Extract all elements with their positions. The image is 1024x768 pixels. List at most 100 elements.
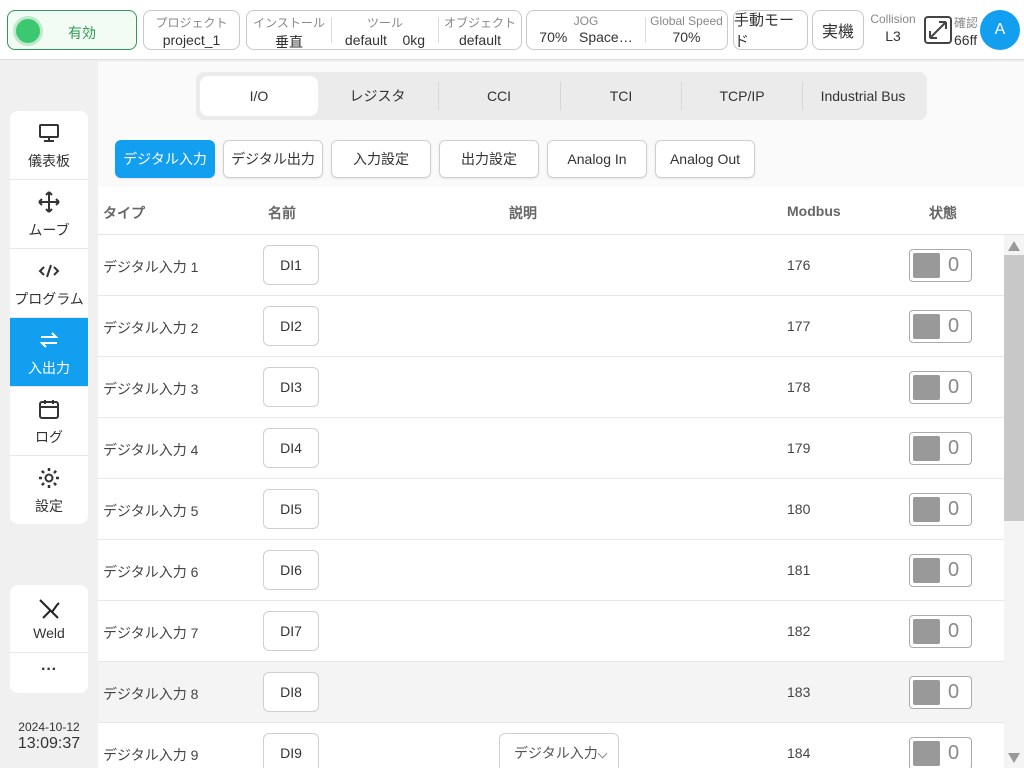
speed-label: Global Speed	[650, 14, 723, 28]
table-scrollbar[interactable]	[1004, 235, 1024, 768]
state-led	[913, 253, 940, 278]
jog-value: 70%	[539, 29, 568, 45]
row-type: デジタル入力 4	[103, 442, 199, 458]
row-modbus: 184	[787, 745, 811, 761]
project-box[interactable]: プロジェクト project_1	[143, 10, 240, 50]
tab-io[interactable]: I/O	[200, 76, 318, 116]
install-tool-object-box[interactable]: インストール 垂直 ツール default 0kg オブジェクト default	[246, 10, 522, 50]
row-name-button[interactable]: DI9	[263, 733, 319, 768]
state-led	[913, 436, 940, 461]
object-label: オブジェクト	[443, 16, 516, 30]
table-row: デジタル入力 5 DI5 180 0	[98, 479, 1004, 540]
table-header: タイプ 名前 説明 Modbus 状態	[98, 187, 1024, 235]
expand-icon[interactable]	[924, 16, 952, 44]
tab-cci[interactable]: CCI	[439, 76, 559, 116]
subtab-digital-output[interactable]: デジタル出力	[223, 140, 323, 178]
row-name-button[interactable]: DI5	[263, 489, 319, 529]
table-row: デジタル入力 9 DI9 デジタル入力 184 0	[98, 723, 1004, 768]
sidebar-item-weld[interactable]: Weld	[10, 585, 88, 653]
sidebar-item-move[interactable]: ムーブ	[10, 180, 88, 249]
header-description: 説明	[509, 205, 537, 221]
state-led	[913, 619, 940, 644]
scroll-up-icon[interactable]	[1008, 241, 1020, 251]
header-modbus: Modbus	[787, 203, 841, 219]
row-state-indicator: 0	[909, 371, 972, 404]
row-modbus: 179	[787, 440, 811, 456]
sidebar-item-dashboard[interactable]: 儀表板	[10, 111, 88, 180]
confirm-value: 66ff	[954, 32, 978, 48]
code-icon	[37, 259, 61, 283]
swap-arrows-icon	[37, 328, 61, 352]
row-type: デジタル入力 5	[103, 503, 199, 519]
scroll-thumb[interactable]	[1004, 255, 1024, 521]
collision-label: Collision	[870, 12, 916, 26]
project-value: project_1	[162, 32, 221, 48]
sidebar-item-label: ムーブ	[28, 222, 70, 238]
manual-mode-button[interactable]: 手動モード	[733, 10, 808, 50]
row-state-value: 0	[948, 376, 960, 398]
state-led	[913, 497, 940, 522]
confirm-checksum: 確認 66ff	[954, 14, 982, 48]
row-modbus: 181	[787, 562, 811, 578]
object-value: default	[458, 32, 502, 48]
collision-level[interactable]: Collision L3	[868, 12, 918, 44]
sidebar-nav: 儀表板 ムーブ プログラム 入出力 ログ 設定	[10, 111, 88, 524]
table-row: デジタル入力 4 DI4 179 0	[98, 418, 1004, 479]
gear-icon	[37, 466, 61, 490]
sidebar-item-label: Weld	[33, 625, 65, 641]
subtab-analog-out[interactable]: Analog Out	[655, 140, 755, 178]
sidebar-item-io[interactable]: 入出力	[10, 318, 88, 387]
jog-label: JOG	[573, 14, 599, 28]
confirm-label: 確認	[954, 16, 979, 30]
tab-industrial-bus[interactable]: Industrial Bus	[803, 76, 923, 116]
row-description-select[interactable]: デジタル入力	[499, 733, 619, 768]
sidebar-item-settings[interactable]: 設定	[10, 456, 88, 524]
row-modbus: 176	[787, 257, 811, 273]
table-row: デジタル入力 6 DI6 181 0	[98, 540, 1004, 601]
jog-speed-box[interactable]: JOG 70% Space… Global Speed 70%	[526, 10, 728, 50]
row-state-value: 0	[948, 498, 960, 520]
row-type: デジタル入力 6	[103, 564, 199, 580]
row-state-indicator: 0	[909, 493, 972, 526]
tool-value: default	[344, 32, 387, 48]
user-avatar[interactable]: A	[980, 10, 1020, 50]
row-name-button[interactable]: DI7	[263, 611, 319, 651]
status-toggle[interactable]: 有効	[7, 10, 137, 50]
sidebar-item-label: 儀表板	[28, 153, 70, 169]
row-type: デジタル入力 1	[103, 259, 199, 275]
sidebar-item-log[interactable]: ログ	[10, 387, 88, 456]
tab-tcpip[interactable]: TCP/IP	[682, 76, 802, 116]
chevron-down-icon	[597, 748, 608, 759]
subtab-analog-in[interactable]: Analog In	[547, 140, 647, 178]
table-row: デジタル入力 7 DI7 182 0	[98, 601, 1004, 662]
real-machine-button[interactable]: 実機	[812, 10, 864, 50]
tab-tci[interactable]: TCI	[561, 76, 681, 116]
status-indicator	[16, 19, 40, 43]
clock-time: 13:09:37	[17, 735, 81, 752]
sidebar-item-program[interactable]: プログラム	[10, 249, 88, 318]
state-led	[913, 741, 940, 766]
sidebar-item-label: 入出力	[28, 360, 70, 376]
row-state-value: 0	[948, 742, 960, 764]
tab-register[interactable]: レジスタ	[318, 76, 437, 116]
more-button[interactable]: ···	[10, 653, 88, 693]
subtab-input-config[interactable]: 入力設定	[331, 140, 431, 178]
subtab-output-config[interactable]: 出力設定	[439, 140, 539, 178]
row-type: デジタル入力 9	[103, 747, 199, 763]
row-name-button[interactable]: DI6	[263, 550, 319, 590]
row-modbus: 180	[787, 501, 811, 517]
monitor-icon	[37, 121, 61, 145]
row-state-value: 0	[948, 315, 960, 337]
row-name-button[interactable]: DI3	[263, 367, 319, 407]
row-name-button[interactable]: DI1	[263, 245, 319, 285]
row-state-value: 0	[948, 559, 960, 581]
row-state-indicator: 0	[909, 737, 972, 768]
row-name-button[interactable]: DI4	[263, 428, 319, 468]
row-state-indicator: 0	[909, 249, 972, 282]
install-label: インストール	[253, 16, 325, 30]
row-name-button[interactable]: DI8	[263, 672, 319, 712]
tool-weight: 0kg	[402, 32, 426, 48]
row-name-button[interactable]: DI2	[263, 306, 319, 346]
scroll-down-icon[interactable]	[1008, 753, 1020, 763]
subtab-digital-input[interactable]: デジタル入力	[115, 140, 215, 178]
